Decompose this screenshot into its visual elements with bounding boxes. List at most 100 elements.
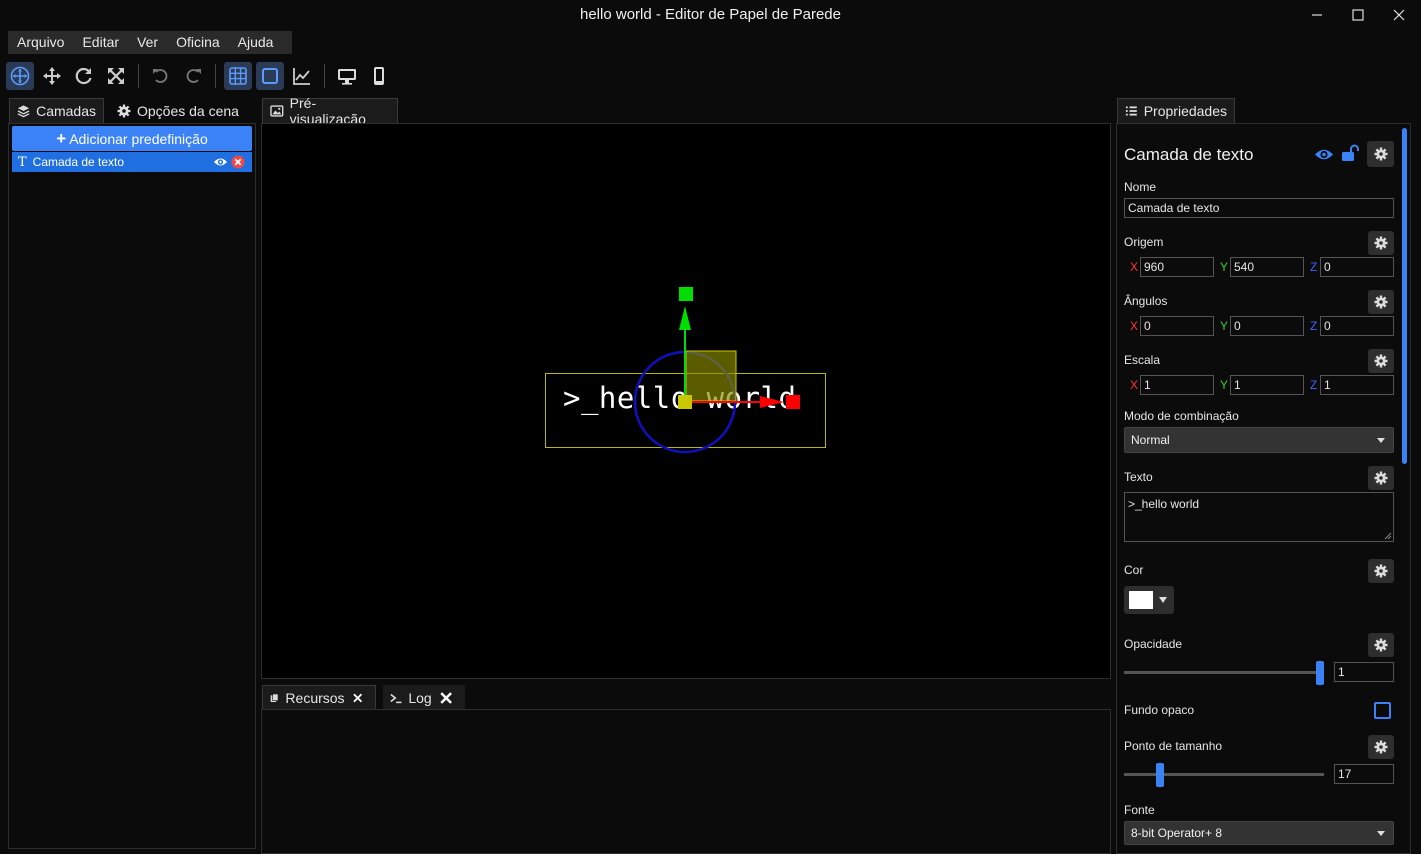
opaque-bg-checkbox[interactable]: [1374, 702, 1391, 719]
angles-x-input[interactable]: 0: [1140, 316, 1214, 336]
list-icon: [1125, 106, 1137, 116]
rotate-button[interactable]: [70, 62, 98, 90]
expand-icon: [108, 68, 124, 84]
menu-oficina[interactable]: Oficina: [167, 31, 229, 54]
chart-line-icon: [293, 68, 310, 85]
minimize-icon: [1312, 14, 1322, 16]
angles-x-axis: X: [1130, 319, 1139, 333]
scale-x-axis: X: [1130, 378, 1139, 392]
opacity-slider-track[interactable]: [1124, 671, 1324, 674]
layer-row[interactable]: T Camada de texto: [12, 152, 252, 172]
name-input[interactable]: Camada de texto: [1124, 198, 1394, 218]
color-picker-button[interactable]: [1124, 586, 1174, 614]
origin-y-input[interactable]: 540: [1230, 257, 1304, 277]
opaque-bg-label: Fundo opaco: [1124, 703, 1195, 717]
move-gizmo-button[interactable]: [6, 62, 34, 90]
menu-ajuda[interactable]: Ajuda: [229, 31, 283, 54]
close-window-button[interactable]: [1376, 0, 1421, 30]
blend-mode-select[interactable]: Normal: [1124, 427, 1394, 453]
mobile-icon: [374, 67, 384, 85]
visibility-eye-icon[interactable]: [1314, 147, 1334, 162]
scale-y-axis: Y: [1220, 378, 1229, 392]
tab-layers[interactable]: Camadas: [9, 98, 104, 123]
font-select[interactable]: 8-bit Operator+ 8: [1124, 821, 1394, 845]
transform-gizmo[interactable]: [622, 284, 812, 459]
text-settings-button[interactable]: [1368, 466, 1394, 490]
scale-settings-button[interactable]: [1368, 349, 1394, 373]
text-textarea[interactable]: >_hello world: [1124, 492, 1394, 542]
crosshair-move-icon: [10, 66, 30, 86]
point-size-settings-button[interactable]: [1368, 735, 1394, 759]
preview-canvas[interactable]: >_hello world: [261, 123, 1111, 679]
close-tab-icon[interactable]: [440, 691, 452, 705]
tab-scene-options[interactable]: Opções da cena: [110, 98, 250, 123]
gear-icon: [1374, 147, 1387, 161]
opacity-input[interactable]: 1: [1334, 662, 1394, 682]
toolbar-separator: [324, 64, 325, 88]
toolbar-separator: [138, 64, 139, 88]
point-size-slider-track[interactable]: [1124, 773, 1324, 776]
scale-x-input[interactable]: 1: [1140, 375, 1214, 395]
close-tab-icon[interactable]: [352, 691, 362, 705]
maximize-button[interactable]: [1335, 0, 1381, 30]
resize-grip-icon[interactable]: [1384, 532, 1392, 540]
point-size-slider-thumb[interactable]: [1156, 763, 1164, 787]
point-size-input[interactable]: 17: [1334, 764, 1394, 784]
window-title: hello world - Editor de Papel de Parede: [580, 6, 841, 23]
close-icon: [1393, 9, 1405, 21]
delete-layer-icon[interactable]: [231, 155, 245, 169]
undo-button[interactable]: [147, 62, 175, 90]
mobile-preview-button[interactable]: [365, 62, 393, 90]
desktop-preview-button[interactable]: [333, 62, 361, 90]
translate-button[interactable]: [38, 62, 66, 90]
angles-settings-button[interactable]: [1368, 290, 1394, 314]
tab-properties-label: Propriedades: [1143, 103, 1227, 119]
layer-settings-button[interactable]: [1367, 141, 1394, 167]
angles-z-input[interactable]: 0: [1320, 316, 1394, 336]
redo-button[interactable]: [179, 62, 207, 90]
chevron-down-icon: [1377, 831, 1385, 836]
scale-y-input[interactable]: 1: [1230, 375, 1304, 395]
point-size-label: Ponto de tamanho: [1124, 739, 1223, 753]
properties-scrollbar[interactable]: [1402, 128, 1407, 464]
menu-ver[interactable]: Ver: [128, 31, 167, 54]
origin-label: Origem: [1124, 235, 1164, 249]
undo-icon: [153, 69, 168, 83]
menu-arquivo[interactable]: Arquivo: [8, 31, 73, 54]
angles-y-input[interactable]: 0: [1230, 316, 1304, 336]
files-icon: [270, 693, 279, 703]
opacity-slider-thumb[interactable]: [1316, 661, 1324, 685]
opacity-settings-button[interactable]: [1368, 633, 1394, 657]
color-settings-button[interactable]: [1368, 559, 1394, 583]
color-swatch: [1129, 591, 1153, 609]
add-preset-button[interactable]: + Adicionar predefinição: [12, 126, 252, 151]
scale-z-input[interactable]: 1: [1320, 375, 1394, 395]
bounds-toggle-button[interactable]: [256, 62, 284, 90]
origin-z-input[interactable]: 0: [1320, 257, 1394, 277]
tab-properties[interactable]: Propriedades: [1117, 98, 1235, 123]
blend-mode-label: Modo de combinação: [1124, 409, 1239, 423]
unlock-icon[interactable]: [1341, 144, 1359, 162]
menu-editar[interactable]: Editar: [73, 31, 128, 54]
stats-button[interactable]: [288, 62, 316, 90]
square-icon: [262, 68, 278, 84]
tab-layers-label: Camadas: [36, 103, 96, 119]
scale-button[interactable]: [102, 62, 130, 90]
eye-icon[interactable]: [213, 156, 228, 168]
tab-log[interactable]: Log: [383, 685, 465, 710]
tab-preview[interactable]: Pré-visualização: [262, 95, 398, 127]
tab-resources[interactable]: Recursos: [262, 685, 376, 710]
color-label: Cor: [1124, 563, 1144, 577]
origin-x-input[interactable]: 960: [1140, 257, 1214, 277]
blend-mode-value: Normal: [1131, 433, 1170, 447]
tab-scene-options-label: Opções da cena: [137, 102, 239, 119]
origin-settings-button[interactable]: [1368, 231, 1394, 255]
minimize-button[interactable]: [1294, 0, 1340, 30]
text-label: Texto: [1124, 470, 1153, 484]
layers-icon: [17, 105, 30, 118]
font-label: Fonte: [1124, 803, 1155, 817]
grid-toggle-button[interactable]: [224, 62, 252, 90]
toolbar: [6, 62, 397, 90]
text-layer-icon: T: [18, 154, 27, 170]
grid-icon: [229, 67, 247, 85]
